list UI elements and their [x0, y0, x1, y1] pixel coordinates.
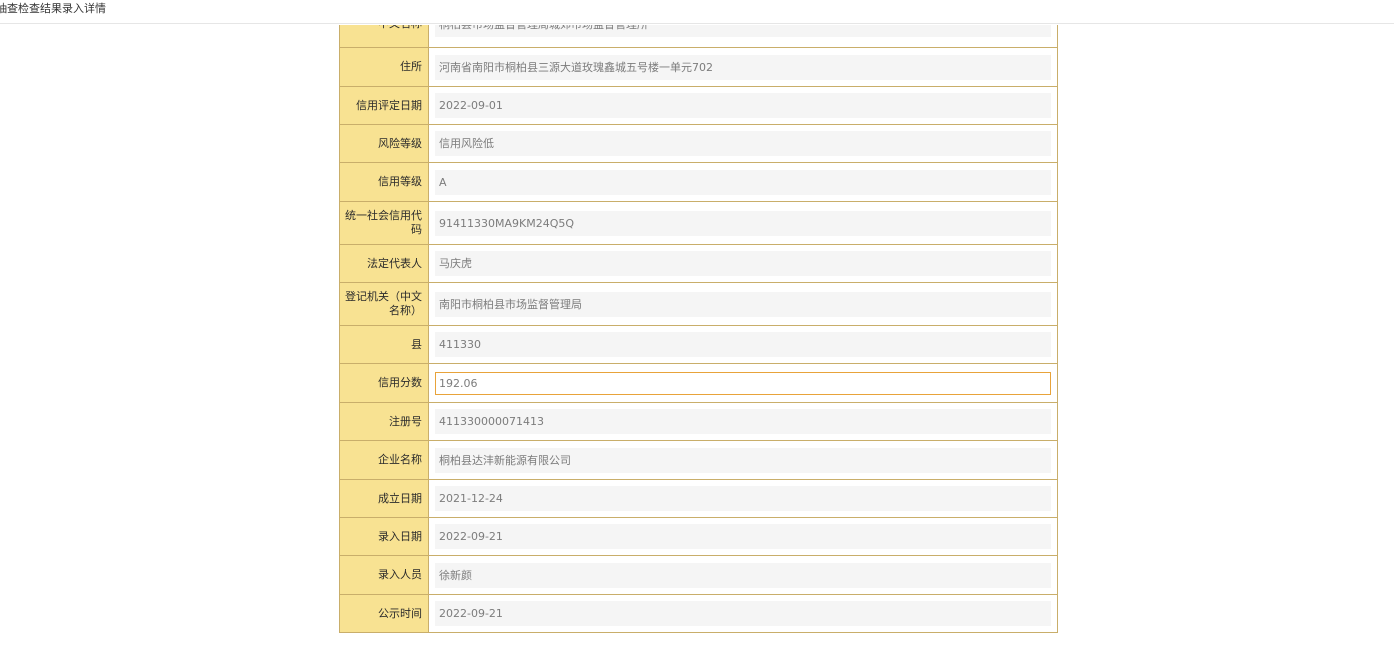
field-label: 登记机关（中文名称） [339, 282, 429, 326]
table-row: 中文名称 桐柏县市场监督管理局城郊市场监督管理所 [339, 25, 1058, 48]
field-value[interactable]: 徐新颜 [435, 562, 1051, 588]
table-row: 公示时间 2022-09-21 [339, 594, 1058, 633]
field-value[interactable]: 411330000071413 [435, 409, 1051, 434]
field-label: 风险等级 [339, 124, 429, 163]
detail-scroll-area[interactable]: 中文名称 桐柏县市场监督管理局城郊市场监督管理所 住所 河南省南阳市桐柏县三源大… [0, 25, 1394, 653]
field-label: 录入日期 [339, 517, 429, 556]
field-label: 县 [339, 325, 429, 364]
table-row: 信用等级 A [339, 162, 1058, 202]
field-label: 信用评定日期 [339, 86, 429, 125]
field-value[interactable]: 信用风险低 [435, 131, 1051, 156]
credit-score-field[interactable]: 192.06 [435, 371, 1051, 395]
field-value[interactable]: 2021-12-24 [435, 486, 1051, 511]
field-label: 录入人员 [339, 555, 429, 595]
page-header: 抽查检查结果录入详情 [0, 0, 1394, 24]
table-row: 录入日期 2022-09-21 [339, 517, 1058, 556]
table-row: 登记机关（中文名称） 南阳市桐柏县市场监督管理局 [339, 282, 1058, 326]
field-value[interactable]: 南阳市桐柏县市场监督管理局 [435, 291, 1051, 317]
field-label: 企业名称 [339, 440, 429, 480]
detail-table: 中文名称 桐柏县市场监督管理局城郊市场监督管理所 住所 河南省南阳市桐柏县三源大… [339, 25, 1058, 633]
table-row: 统一社会信用代码 91411330MA9KM24Q5Q [339, 201, 1058, 245]
table-row: 录入人员 徐新颜 [339, 555, 1058, 595]
field-label: 注册号 [339, 402, 429, 441]
page-title: 抽查检查结果录入详情 [0, 2, 106, 15]
field-value[interactable]: 桐柏县市场监督管理局城郊市场监督管理所 [435, 25, 1051, 37]
field-label: 信用分数 [339, 363, 429, 403]
field-value[interactable]: 河南省南阳市桐柏县三源大道玫瑰鑫城五号楼一单元702 [435, 54, 1051, 80]
field-label: 信用等级 [339, 162, 429, 202]
field-value[interactable]: 桐柏县达沣新能源有限公司 [435, 447, 1051, 473]
table-row: 成立日期 2021-12-24 [339, 479, 1058, 518]
table-row: 住所 河南省南阳市桐柏县三源大道玫瑰鑫城五号楼一单元702 [339, 47, 1058, 87]
table-row: 信用分数 192.06 [339, 363, 1058, 403]
table-row: 信用评定日期 2022-09-01 [339, 86, 1058, 125]
field-value[interactable]: 马庆虎 [435, 251, 1051, 276]
table-row: 企业名称 桐柏县达沣新能源有限公司 [339, 440, 1058, 480]
field-label: 成立日期 [339, 479, 429, 518]
field-label: 住所 [339, 47, 429, 87]
field-value[interactable]: A [435, 169, 1051, 195]
field-value[interactable]: 2022-09-21 [435, 601, 1051, 626]
field-label: 法定代表人 [339, 244, 429, 283]
table-row: 注册号 411330000071413 [339, 402, 1058, 441]
field-value[interactable]: 91411330MA9KM24Q5Q [435, 210, 1051, 236]
table-row: 风险等级 信用风险低 [339, 124, 1058, 163]
field-value[interactable]: 411330 [435, 332, 1051, 357]
field-label: 中文名称 [339, 25, 429, 48]
field-value[interactable]: 2022-09-01 [435, 93, 1051, 118]
table-row: 县 411330 [339, 325, 1058, 364]
field-label: 公示时间 [339, 594, 429, 633]
table-row: 法定代表人 马庆虎 [339, 244, 1058, 283]
field-value[interactable]: 2022-09-21 [435, 524, 1051, 549]
field-label: 统一社会信用代码 [339, 201, 429, 245]
